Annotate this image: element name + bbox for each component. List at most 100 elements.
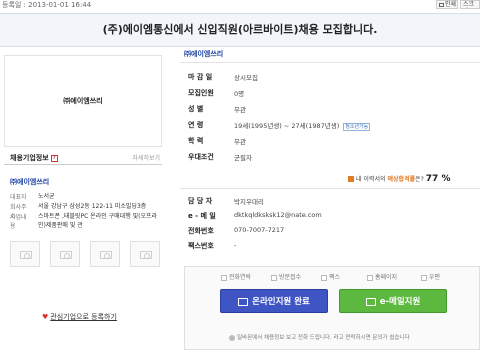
- field-value: 19세(1995년생) ~ 27세(1987년생) 청소년가능: [234, 120, 371, 131]
- photo-placeholder[interactable]: [10, 241, 40, 267]
- field-value: 무관: [234, 138, 246, 146]
- pass-rate-suffix: 은?: [415, 176, 424, 183]
- field-key: 마 감 일: [188, 73, 213, 81]
- help-icon[interactable]: ?: [50, 154, 58, 162]
- photo-placeholder[interactable]: [50, 241, 80, 267]
- add-favorite-label: 관심기업으로 등록하기: [50, 313, 117, 321]
- check-label: 팩스: [329, 274, 341, 281]
- field-email: e - 메 일 dktkqldksksk12@nate.com: [188, 211, 478, 223]
- photo-placeholder[interactable]: [90, 241, 120, 267]
- email-apply-button[interactable]: e-메일지원: [339, 289, 447, 313]
- chart-icon: [348, 176, 354, 182]
- company-info-heading: 채용기업정보?: [10, 153, 58, 163]
- pass-rate-bold: 예상합격률: [387, 176, 416, 183]
- checkbox[interactable]: [367, 274, 373, 281]
- field-key: 학 력: [188, 137, 204, 145]
- field-value: 무관: [234, 106, 246, 114]
- check-label: 전화연락: [229, 274, 252, 281]
- company-row: 사업내용 스마트폰 ,태블릿PC 온라인 구매대행 및(오프라인)제품판매 및 …: [10, 212, 162, 230]
- company-row-key: 대표자: [10, 194, 27, 201]
- info-icon: [229, 334, 235, 341]
- camera-icon: [60, 251, 72, 259]
- field-value: 상시모집: [234, 74, 258, 82]
- email-apply-label: e-메일지원: [379, 297, 421, 307]
- pass-rate-text: 내 이력서의 예상합격률은?: [356, 176, 424, 183]
- print-button[interactable]: 인쇄: [436, 0, 458, 9]
- camera-icon: [100, 251, 112, 259]
- page-title: (주)에이엠통신에서 신입직원(아르바이트)채용 모집합니다.: [102, 23, 378, 36]
- field-value[interactable]: dktkqldksksk12@nate.com: [234, 211, 322, 219]
- field-value: -: [234, 241, 237, 249]
- youth-ok-badge: 청소년가능: [343, 123, 371, 131]
- field-key: 담 당 자: [188, 197, 213, 205]
- check-homepage[interactable]: 홈페이지: [367, 272, 397, 281]
- company-info-more-link[interactable]: 자세히보기: [132, 153, 160, 162]
- field-key: 팩스번호: [188, 242, 214, 250]
- age-range: 19세(1995년생) ~ 27세(1987년생): [234, 122, 340, 130]
- apply-box: 전화연락 방문접수 팩스 홈페이지 우편 온라인지원 완료 e-메일지원 일바몬…: [184, 266, 480, 350]
- check-label: 방문접수: [279, 274, 302, 281]
- title-bar: (주)에이엠통신에서 신입직원(아르바이트)채용 모집합니다.: [0, 13, 480, 47]
- field-education: 학 력 무관: [188, 136, 478, 148]
- check-label: 우편: [429, 274, 441, 281]
- company-row: 대표자 노서균: [10, 192, 162, 201]
- field-phone: 전화번호 070-7007-7217: [188, 226, 478, 238]
- heart-icon: ♥: [42, 313, 49, 321]
- printer-icon: [439, 2, 444, 7]
- field-gender: 성 별 무관: [188, 104, 478, 116]
- apply-method-checks: 전화연락 방문접수 팩스 홈페이지 우편: [221, 272, 479, 282]
- pass-rate-prefix: 내 이력서의: [356, 176, 386, 183]
- add-favorite-link[interactable]: ♥ 관심기업으로 등록하기: [42, 312, 117, 322]
- pass-rate-unit: %: [441, 174, 451, 184]
- field-value: 박지우대리: [234, 198, 264, 206]
- check-label: 홈페이지: [375, 274, 398, 281]
- company-info-heading-text: 채용기업정보: [10, 154, 49, 162]
- field-age: 연 령 19세(1995년생) ~ 27세(1987년생) 청소년가능: [188, 120, 478, 132]
- check-visit[interactable]: 방문접수: [271, 272, 301, 281]
- contact-notice: 일바몬에서 채용정보 보고 전화 드립니다. 라고 연락하시면 문의가 쉽습니다: [229, 333, 410, 341]
- company-row-value: 서울 강남구 삼성2동 122-11 미소빌딩3층: [38, 203, 147, 210]
- company-row-key: 사업내용: [10, 214, 27, 230]
- field-key: 성 별: [188, 105, 204, 113]
- field-key: e - 메 일: [188, 212, 216, 220]
- field-deadline: 마 감 일 상시모집: [188, 72, 478, 84]
- field-key: 우대조건: [188, 153, 214, 161]
- check-mail[interactable]: 우편: [421, 272, 440, 281]
- company-name[interactable]: ㈜에이엠쓰리: [10, 177, 49, 187]
- pass-rate-number: 77: [425, 174, 439, 184]
- field-preference: 우대조건 군필자: [188, 152, 478, 164]
- contact-notice-text: 일바몬에서 채용정보 보고 전화 드립니다. 라고 연락하시면 문의가 쉽습니다: [237, 335, 410, 341]
- field-key: 전화번호: [188, 227, 214, 235]
- camera-icon: [140, 251, 152, 259]
- check-fax[interactable]: 팩스: [321, 272, 340, 281]
- checkbox[interactable]: [421, 274, 427, 281]
- company-row-value: 노서균: [38, 193, 55, 200]
- photo-placeholder[interactable]: [130, 241, 160, 267]
- online-apply-button[interactable]: 온라인지원 완료: [220, 289, 328, 313]
- top-bar: 등록일 : 2013-01-01 16:44 인쇄 스크랩: [0, 0, 480, 10]
- field-key: 연 령: [188, 121, 204, 129]
- job-detail-panel: ㈜에이엠쓰리 마 감 일 상시모집 모집인원 0명 성 별 무관 연 령 19세…: [180, 48, 480, 352]
- field-value: 0명: [234, 90, 245, 98]
- company-row-value: 스마트폰 ,태블릿PC 온라인 구매대행 및(오프라인)제품판매 및 관: [38, 213, 158, 229]
- pass-rate-value: 77 %: [426, 174, 451, 184]
- pass-rate[interactable]: 내 이력서의 예상합격률은? 77 %: [348, 174, 480, 186]
- company-logo: ㈜에이엠쓰리: [4, 55, 162, 147]
- checkbox[interactable]: [271, 274, 277, 281]
- divider: [180, 188, 480, 189]
- scrap-button[interactable]: 스크랩: [460, 0, 480, 9]
- company-title[interactable]: ㈜에이엠쓰리: [184, 49, 223, 59]
- envelope-icon: [365, 297, 376, 306]
- online-apply-label: 온라인지원 완료: [252, 297, 310, 307]
- document-icon: [238, 297, 249, 306]
- field-value: 군필자: [234, 154, 252, 162]
- field-key: 모집인원: [188, 89, 214, 97]
- divider: [180, 62, 480, 63]
- company-info-header: 채용기업정보? 자세히보기: [4, 151, 162, 165]
- check-phone[interactable]: 전화연락: [221, 272, 251, 281]
- checkbox[interactable]: [221, 274, 227, 281]
- checkbox[interactable]: [321, 274, 327, 281]
- print-label: 인쇄: [445, 1, 457, 8]
- field-headcount: 모집인원 0명: [188, 88, 478, 100]
- field-value: 070-7007-7217: [234, 226, 285, 234]
